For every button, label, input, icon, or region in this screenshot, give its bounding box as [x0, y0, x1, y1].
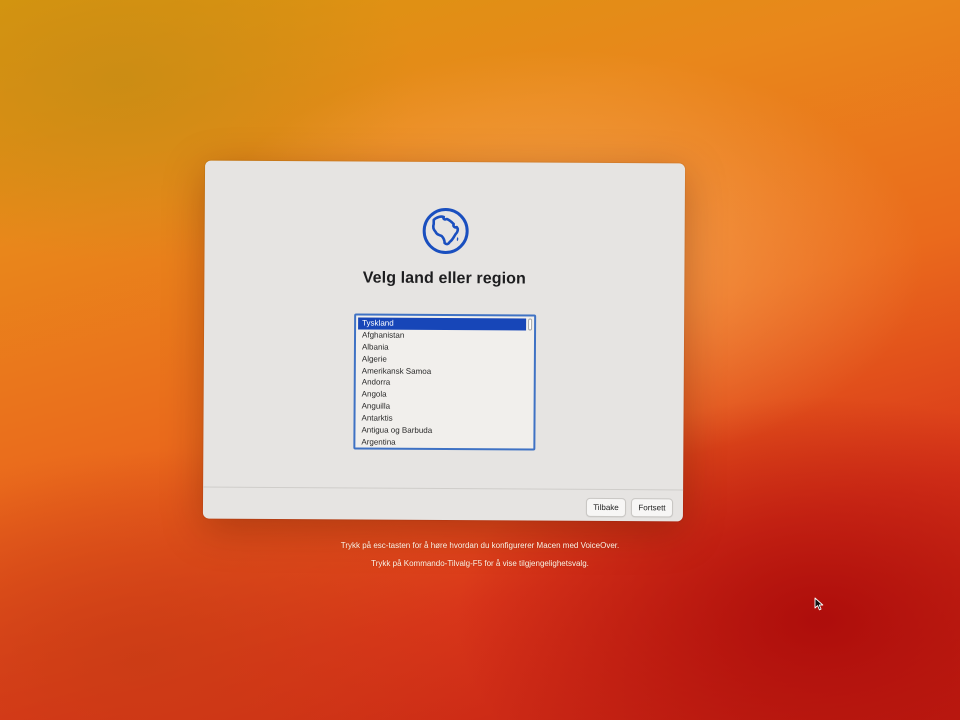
list-item[interactable]: Andorra: [358, 377, 526, 390]
list-scrollbar[interactable]: [527, 318, 533, 447]
list-item[interactable]: Tyskland: [358, 317, 527, 331]
list-item[interactable]: Antigua og Barbuda: [357, 424, 525, 437]
country-list[interactable]: Tyskland Afghanistan Albania Algerie Amerika…: [353, 313, 537, 451]
footer-divider: [203, 486, 684, 491]
list-item[interactable]: Albania: [358, 341, 526, 354]
list-item[interactable]: Afghanistan: [358, 329, 526, 342]
page-title: Velg land eller region: [362, 269, 526, 288]
continue-button[interactable]: Fortsett: [630, 498, 674, 518]
voiceover-hint: Trykk på esc-tasten for å høre hvordan d…: [340, 541, 620, 550]
accessibility-hint: Trykk på Kommando-Tilvalg-F5 for å vise …: [371, 559, 589, 568]
list-item[interactable]: Amerikansk Samoa: [358, 365, 526, 378]
list-item[interactable]: Anguilla: [358, 401, 526, 414]
list-item[interactable]: Algerie: [358, 353, 526, 366]
mouse-pointer-icon: [814, 597, 824, 611]
scroll-thumb[interactable]: [528, 318, 533, 331]
list-item[interactable]: Argentina: [357, 436, 525, 449]
list-item[interactable]: Antarktis: [357, 413, 525, 426]
list-item[interactable]: Angola: [358, 389, 526, 402]
back-button[interactable]: Tilbake: [585, 497, 627, 518]
country-list-items[interactable]: Tyskland Afghanistan Albania Algerie Amerika…: [357, 317, 527, 449]
globe-africa-icon: [422, 208, 469, 255]
setup-assistant-window: Velg land eller region Tyskland Afghanist…: [202, 160, 686, 522]
